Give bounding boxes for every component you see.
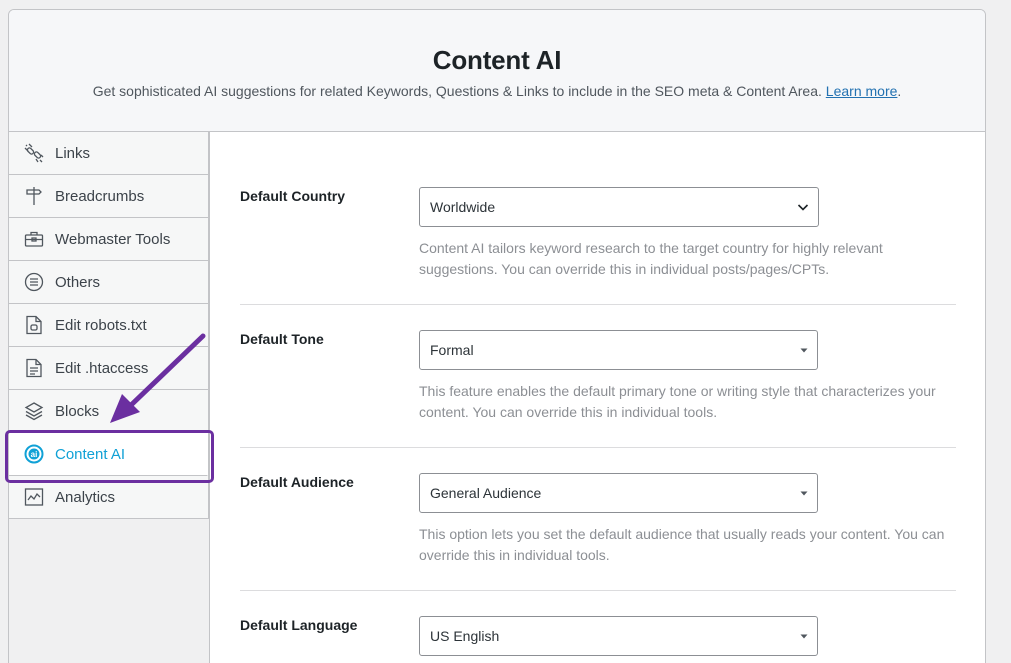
setting-row-audience: Default Audience General Audience This o… <box>240 473 956 591</box>
sidebar-item-webmaster-tools[interactable]: Webmaster Tools <box>9 218 208 261</box>
analytics-chart-icon <box>24 487 44 507</box>
subtitle-period: . <box>897 83 902 99</box>
setting-description: This feature enables the default primary… <box>419 383 936 420</box>
sidebar-item-label: Content AI <box>55 445 126 463</box>
caret-down-icon <box>799 474 809 512</box>
setting-description: Content AI tailors keyword research to t… <box>419 240 883 277</box>
file-robot-icon <box>24 315 44 335</box>
subtitle-text: Get sophisticated AI suggestions for rel… <box>92 83 822 99</box>
tone-select[interactable]: Formal <box>419 330 818 370</box>
caret-down-icon <box>799 617 809 655</box>
sidebar-item-label: Edit robots.txt <box>55 316 147 334</box>
sidebar-item-label: Links <box>55 144 91 162</box>
page-subtitle: Get sophisticated AI suggestions for rel… <box>9 83 985 99</box>
signpost-icon <box>24 186 44 206</box>
sidebar-item-label: Others <box>55 273 101 291</box>
setting-label: Default Language <box>240 617 358 633</box>
sidebar-item-label: Edit .htaccess <box>55 359 149 377</box>
blocks-icon <box>24 401 44 421</box>
setting-label: Default Audience <box>240 474 354 490</box>
setting-label: Default Country <box>240 188 345 204</box>
sidebar-item-others[interactable]: Others <box>9 261 208 304</box>
setting-row-tone: Default Tone Formal This feature enables… <box>240 330 956 448</box>
setting-description: This option lets you set the default aud… <box>419 526 945 563</box>
toolbox-icon <box>24 229 44 249</box>
settings-panel: Content AI Get sophisticated AI suggesti… <box>8 9 986 663</box>
sidebar-item-label: Breadcrumbs <box>55 187 145 205</box>
sidebar-item-edit-robots[interactable]: Edit robots.txt <box>9 304 208 347</box>
svg-text:ai: ai <box>31 450 38 459</box>
learn-more-link[interactable]: Learn more <box>826 83 898 99</box>
file-text-icon <box>24 358 44 378</box>
page-header: Content AI Get sophisticated AI suggesti… <box>9 10 985 132</box>
audience-select[interactable]: General Audience <box>419 473 818 513</box>
select-value: Worldwide <box>430 199 496 215</box>
chevron-down-icon <box>796 188 810 226</box>
select-value: General Audience <box>430 485 542 501</box>
sidebar-item-links[interactable]: Links <box>9 132 208 175</box>
sidebar-item-content-ai[interactable]: ai Content AI <box>9 433 208 476</box>
content-ai-icon: ai <box>24 444 44 464</box>
sidebar-item-analytics[interactable]: Analytics <box>9 476 208 519</box>
sidebar-item-label: Analytics <box>55 488 116 506</box>
language-select[interactable]: US English <box>419 616 818 656</box>
select-value: Formal <box>430 342 474 358</box>
settings-content: Default Country Worldwide Content AI tai… <box>209 132 985 663</box>
links-icon <box>24 143 44 163</box>
setting-row-country: Default Country Worldwide Content AI tai… <box>240 187 956 305</box>
select-value: US English <box>430 628 500 644</box>
sidebar-item-blocks[interactable]: Blocks <box>9 390 208 433</box>
page-title: Content AI <box>432 45 562 75</box>
sidebar-item-label: Webmaster Tools <box>55 230 171 248</box>
sidebar-item-breadcrumbs[interactable]: Breadcrumbs <box>9 175 208 218</box>
caret-down-icon <box>799 331 809 369</box>
country-select[interactable]: Worldwide <box>419 187 819 227</box>
sidebar: Links Breadcrumbs Webmaster Tools Others <box>9 132 209 663</box>
setting-label: Default Tone <box>240 331 324 347</box>
sidebar-item-edit-htaccess[interactable]: Edit .htaccess <box>9 347 208 390</box>
sidebar-nav: Links Breadcrumbs Webmaster Tools Others <box>9 132 209 519</box>
sidebar-item-label: Blocks <box>55 402 100 420</box>
setting-row-language: Default Language US English <box>240 616 956 663</box>
list-circle-icon <box>24 272 44 292</box>
